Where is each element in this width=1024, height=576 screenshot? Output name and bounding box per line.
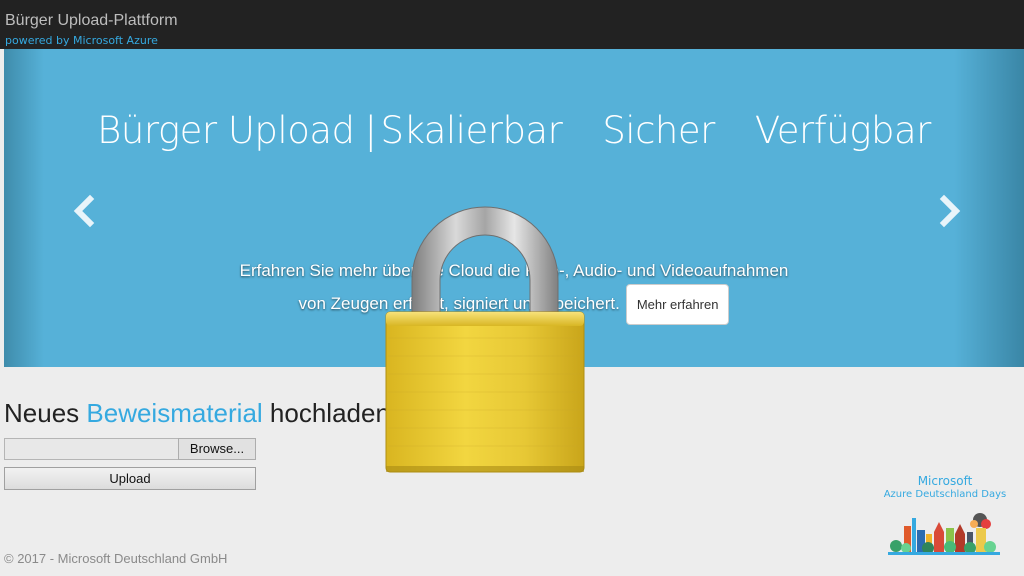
chevron-left-icon — [73, 194, 95, 228]
carousel-prev-button[interactable] — [70, 191, 98, 231]
headline-word-available: Verfügbar — [754, 109, 931, 152]
carousel-headline: Bürger Upload | Skalierbar Sicher Verfügbar — [4, 109, 1024, 152]
headline-brand: Bürger Upload — [97, 109, 355, 152]
app-title[interactable]: Bürger Upload-Plattform — [5, 12, 178, 30]
azure-days-logo: Microsoft Azure Deutschland Days — [880, 474, 1010, 555]
headline-word-secure: Sicher — [602, 109, 715, 152]
footer-copyright: © 2017 - Microsoft Deutschland GmbH — [4, 551, 228, 566]
upload-heading: Neues Beweismaterial hochladen — [4, 398, 390, 429]
logo-line-1: Microsoft — [917, 474, 973, 488]
carousel-next-button[interactable] — [936, 191, 964, 231]
logo-line-2: Azure Deutschland Days — [883, 489, 1007, 500]
city-skyline-icon — [888, 513, 1000, 555]
headline-separator: | — [364, 109, 377, 152]
padlock-icon — [385, 206, 585, 473]
chevron-right-icon — [939, 194, 961, 228]
browse-button[interactable]: Browse... — [178, 438, 256, 460]
heading-post: hochladen — [269, 398, 390, 428]
heading-pre: Neues — [4, 398, 80, 428]
learn-more-button[interactable]: Mehr erfahren — [625, 284, 730, 325]
top-navbar: Bürger Upload-Plattform powered by Micro… — [0, 0, 1024, 49]
app-subtitle: powered by Microsoft Azure — [5, 34, 158, 47]
upload-button[interactable]: Upload — [4, 467, 256, 490]
file-path-field[interactable] — [4, 438, 179, 460]
heading-accent: Beweismaterial — [86, 398, 263, 428]
headline-word-scalable: Skalierbar — [380, 109, 563, 152]
